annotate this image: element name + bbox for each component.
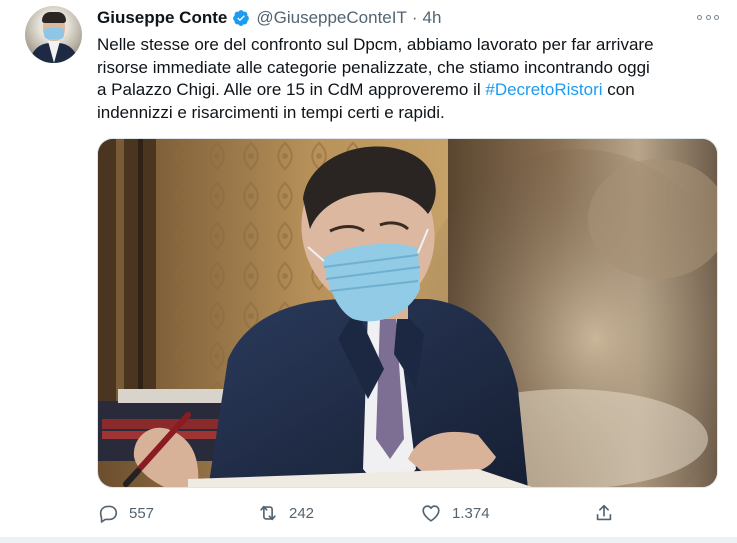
tweet-header: Giuseppe Conte @GiuseppeConteIT · 4h — [97, 6, 441, 30]
reply-icon — [99, 505, 118, 523]
reply-button[interactable]: 557 — [97, 500, 154, 526]
tweet-line-4: indennizzi e risarcimenti in tempi certi… — [97, 102, 445, 122]
tweet-card: Giuseppe Conte @GiuseppeConteIT · 4h Nel… — [0, 0, 737, 543]
like-count: 1.374 — [452, 504, 490, 522]
retweet-count: 242 — [289, 504, 315, 522]
tweet-line-1: Nelle stesse ore del confronto sul Dpcm,… — [97, 35, 654, 54]
tweet-actions: 557 242 1.374 — [97, 500, 637, 526]
tweet-photo[interactable] — [97, 138, 718, 488]
verified-badge-icon — [233, 10, 250, 26]
retweet-icon — [260, 505, 276, 521]
like-button[interactable]: 1.374 — [420, 500, 490, 526]
hashtag-link[interactable]: #DecretoRistori — [485, 80, 602, 99]
share-button[interactable] — [593, 500, 615, 526]
heart-icon — [422, 505, 440, 522]
tweet-line-3-text: a Palazzo Chigi. Alle ore 15 in CdM appr… — [97, 80, 486, 99]
tweet-text: Nelle stesse ore del confronto sul Dpcm,… — [97, 34, 722, 124]
tweet-line-3-tail: con — [602, 80, 635, 99]
retweet-button[interactable]: 242 — [257, 500, 314, 526]
author-handle[interactable]: @GiuseppeConteIT — [256, 8, 407, 28]
avatar[interactable] — [25, 6, 82, 63]
photo-man-signing-documents — [98, 139, 717, 487]
tweet-line-2: risorse immediate alle categorie penaliz… — [97, 57, 650, 77]
bottom-divider — [0, 537, 737, 543]
separator-dot: · — [411, 8, 418, 27]
tweet-line-3: a Palazzo Chigi. Alle ore 15 in CdM appr… — [97, 79, 722, 102]
timestamp[interactable]: 4h — [423, 8, 442, 28]
reply-count: 557 — [129, 504, 155, 522]
more-options-icon[interactable] — [697, 10, 719, 24]
author-name[interactable]: Giuseppe Conte — [97, 8, 227, 28]
share-icon — [596, 504, 612, 521]
